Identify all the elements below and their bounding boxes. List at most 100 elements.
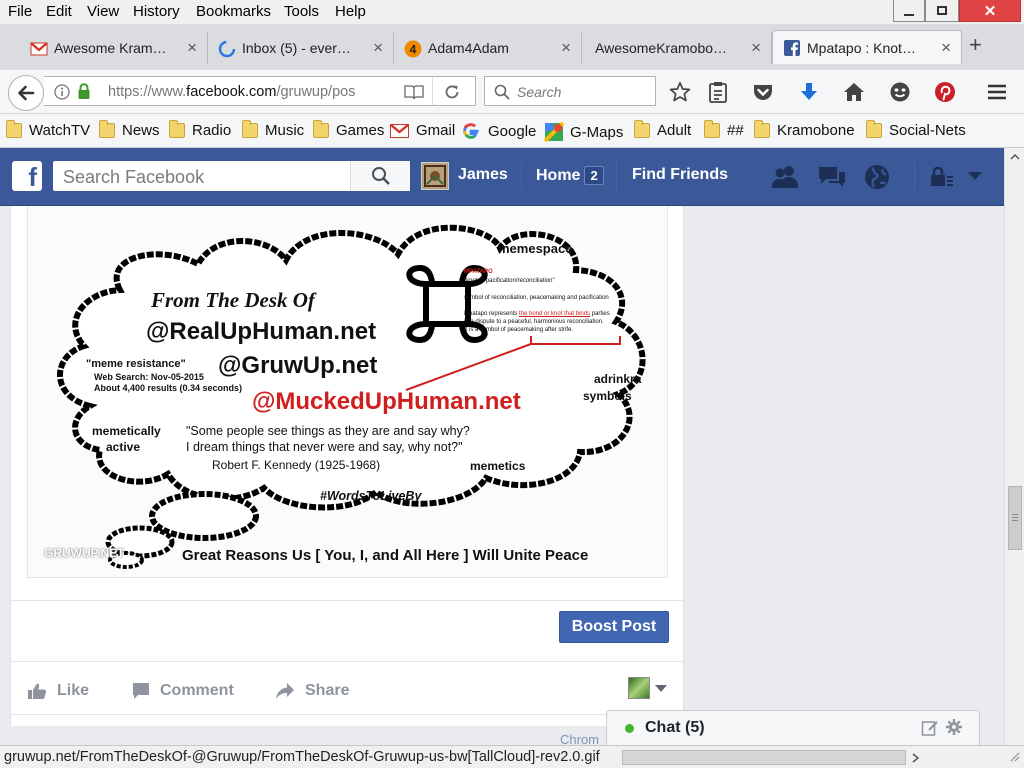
pinterest-button[interactable] [933, 80, 957, 104]
bookmark-social-nets[interactable]: Social-Nets [866, 120, 966, 139]
svg-text:4: 4 [410, 43, 417, 57]
horizontal-scrollbar-thumb[interactable] [622, 750, 906, 765]
web-search-date: Web Search: Nov-05-2015 [94, 372, 204, 382]
post-divider [11, 661, 683, 662]
tab-close-icon[interactable]: × [941, 38, 951, 58]
bookmark-google[interactable]: Google [462, 122, 536, 140]
reading-list-button[interactable] [706, 80, 730, 104]
bookmark-hash[interactable]: ## [704, 120, 744, 139]
pocket-button[interactable] [751, 80, 775, 104]
reload-icon[interactable] [444, 84, 460, 100]
share-button[interactable]: Share [275, 682, 349, 700]
boost-post-button[interactable]: Boost Post [559, 611, 669, 643]
friend-requests-button[interactable] [770, 162, 800, 192]
tab-close-icon[interactable]: × [751, 38, 761, 58]
info-icon[interactable] [54, 84, 70, 100]
post-card: memespace From The Desk Of @RealUpHuman.… [10, 206, 684, 726]
scroll-thumb[interactable] [1008, 486, 1022, 550]
find-friends-link[interactable]: Find Friends [632, 166, 728, 184]
menu-file[interactable]: File [8, 3, 32, 20]
tab-title: AwesomeKramobo… [595, 40, 728, 56]
emoji-extension-button[interactable] [888, 80, 912, 104]
home-button[interactable] [842, 80, 866, 104]
globe-icon [865, 165, 889, 189]
menu-edit[interactable]: Edit [46, 3, 72, 20]
hamburger-menu-button[interactable] [985, 80, 1009, 104]
user-avatar[interactable] [421, 162, 449, 190]
tab-close-icon[interactable]: × [561, 38, 571, 58]
url-domain: facebook.com [186, 84, 277, 100]
profile-link[interactable]: James [458, 166, 508, 184]
tab-adam4adam[interactable]: 4 Adam4Adam × [394, 32, 582, 64]
url-prefix: https://www. [108, 84, 187, 100]
minimize-button[interactable] [893, 0, 925, 22]
tab-awesome-kram[interactable]: Awesome Kram… × [20, 32, 208, 64]
post-as-caret-icon[interactable] [655, 685, 667, 692]
bookmark-kramobone[interactable]: Kramobone [754, 120, 855, 139]
menu-bookmarks[interactable]: Bookmarks [196, 3, 271, 20]
bookmark-star-button[interactable] [668, 80, 692, 104]
facebook-icon [784, 40, 800, 56]
facebook-search-input[interactable]: Search Facebook [53, 161, 410, 191]
address-bar[interactable]: https://www.facebook.com/gruwup/pos [44, 76, 476, 106]
bookmark-gmaps[interactable]: G-Maps [544, 122, 623, 142]
close-window-button[interactable]: ✕ [959, 0, 1021, 22]
menu-help[interactable]: Help [335, 3, 366, 20]
close-icon: ✕ [983, 2, 997, 20]
resize-grip-icon[interactable] [1008, 750, 1020, 762]
lock-icon[interactable] [76, 83, 92, 100]
tab-inbox[interactable]: Inbox (5) - ever… × [208, 32, 394, 64]
nav-divider [616, 162, 617, 190]
tab-close-icon[interactable]: × [373, 38, 383, 58]
bookmark-news[interactable]: News [99, 120, 160, 139]
post-as-avatar[interactable] [628, 677, 650, 699]
messages-button[interactable] [817, 162, 847, 192]
status-bar: gruwup.net/FromTheDeskOf-@Gruwup/FromThe… [0, 745, 1024, 768]
page-scrollbar[interactable] [1004, 148, 1024, 748]
tab-mpatapo[interactable]: Mpatapo : Knot… × [772, 30, 962, 64]
folder-icon [169, 120, 185, 138]
bookmark-gmail[interactable]: Gmail [390, 122, 455, 139]
new-message-icon[interactable] [921, 719, 939, 737]
home-link[interactable]: Home 2 [536, 166, 604, 185]
memetically-label: memetically [92, 424, 161, 438]
facebook-logo-icon[interactable]: f [12, 161, 42, 191]
maximize-button[interactable] [925, 0, 959, 22]
gear-icon[interactable] [945, 718, 963, 736]
scroll-right-arrow-icon[interactable] [912, 753, 920, 763]
quote-line-1: "Some people see things as they are and … [186, 424, 470, 438]
downloads-button[interactable] [797, 80, 821, 104]
gmail-icon [30, 42, 48, 56]
back-button[interactable] [8, 75, 44, 111]
notifications-button[interactable] [862, 162, 892, 192]
new-tab-plus-icon[interactable]: + [969, 32, 982, 58]
chat-label: Chat (5) [645, 719, 705, 736]
bookmark-watchtv[interactable]: WatchTV [6, 120, 90, 139]
reader-view-icon[interactable] [404, 84, 424, 100]
bookmark-music[interactable]: Music [242, 120, 305, 139]
bookmark-radio[interactable]: Radio [169, 120, 231, 139]
menu-view[interactable]: View [87, 3, 119, 20]
facebook-search-button[interactable] [350, 161, 410, 191]
bookmark-games[interactable]: Games [313, 120, 384, 139]
like-button[interactable]: Like [27, 682, 89, 700]
tab-title: Adam4Adam [428, 40, 509, 56]
bookmark-adult[interactable]: Adult [634, 120, 691, 139]
mpatapo-line-2c: parties [590, 311, 610, 317]
bookmark-label: Music [265, 122, 305, 139]
google-maps-icon [544, 122, 564, 142]
account-menu-caret-icon[interactable] [968, 172, 982, 180]
menu-history[interactable]: History [133, 3, 180, 20]
search-bar[interactable]: Search [484, 76, 656, 106]
mpatapo-line-1: symbol of reconciliation, peacemaking an… [464, 295, 609, 301]
comment-button[interactable]: Comment [132, 682, 234, 700]
scroll-up-arrow-icon[interactable] [1010, 154, 1020, 160]
mpatapo-line-2: Mpatapo represents the bond or knot that… [464, 311, 610, 317]
tab-awesomekramobone[interactable]: AwesomeKramobo… × [582, 32, 772, 64]
menu-tools[interactable]: Tools [284, 3, 319, 20]
bookmark-label: Kramobone [777, 122, 855, 139]
privacy-shortcuts-button[interactable] [926, 162, 956, 192]
tab-close-icon[interactable]: × [187, 38, 197, 58]
chat-tab[interactable]: Chat (5) [606, 710, 980, 746]
post-image-link[interactable]: memespace From The Desk Of @RealUpHuman.… [27, 206, 668, 578]
